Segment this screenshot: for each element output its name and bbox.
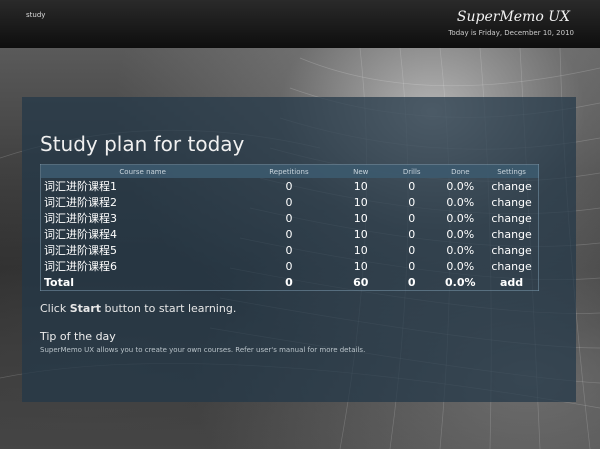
column-header-new: New <box>333 164 388 178</box>
new-count: 10 <box>353 211 368 225</box>
total-drills: 0 <box>407 275 416 289</box>
column-header-settings: Settings <box>485 164 539 178</box>
hint-text-after: button to start learning. <box>101 302 237 315</box>
drills-count: 0 <box>408 211 416 225</box>
table-row[interactable]: 词汇进阶课程1 0 10 0 0.0% change <box>41 178 539 194</box>
course-name[interactable]: 词汇进阶课程6 <box>41 258 245 274</box>
course-name[interactable]: 词汇进阶课程2 <box>41 194 245 210</box>
new-count: 10 <box>353 195 368 209</box>
drills-count: 0 <box>408 227 416 241</box>
drills-count: 0 <box>408 195 416 209</box>
tip-text: SuperMemo UX allows you to create your o… <box>40 346 366 354</box>
repetitions-count: 0 <box>285 227 293 241</box>
hint-text-before: Click <box>40 302 70 315</box>
total-row: Total 0 60 0 0.0% add <box>41 274 539 291</box>
repetitions-count: 0 <box>285 243 293 257</box>
course-name[interactable]: 词汇进阶课程3 <box>41 210 245 226</box>
hint-start-word: Start <box>69 302 102 315</box>
total-done: 0.0% <box>445 275 476 289</box>
drills-count: 0 <box>408 259 416 273</box>
course-name[interactable]: 词汇进阶课程5 <box>41 242 245 258</box>
column-header-course-name: Course name <box>40 164 245 178</box>
change-settings-link[interactable]: change <box>485 242 538 258</box>
change-settings-link[interactable]: change <box>485 194 538 210</box>
table-row[interactable]: 词汇进阶课程2 0 10 0 0.0% change <box>41 194 539 210</box>
change-settings-link[interactable]: change <box>485 210 538 226</box>
change-settings-link[interactable]: change <box>485 178 538 194</box>
add-course-link[interactable]: add <box>485 274 538 291</box>
table-row[interactable]: 词汇进阶课程3 0 10 0 0.0% change <box>41 210 539 226</box>
done-percent: 0.0% <box>446 179 475 193</box>
tip-title: Tip of the day <box>40 330 116 343</box>
course-name[interactable]: 词汇进阶课程1 <box>41 178 245 194</box>
change-settings-link[interactable]: change <box>485 226 538 242</box>
drills-count: 0 <box>408 179 416 193</box>
view-label: study <box>26 11 46 19</box>
new-count: 10 <box>353 243 368 257</box>
total-label: Total <box>44 275 75 289</box>
app-title: SuperMemo UX <box>456 9 570 25</box>
repetitions-count: 0 <box>285 211 293 225</box>
table-row[interactable]: 词汇进阶课程4 0 10 0 0.0% change <box>41 226 539 242</box>
start-hint: Click Start button to start learning. <box>40 302 236 315</box>
table-row[interactable]: 词汇进阶课程5 0 10 0 0.0% change <box>41 242 539 258</box>
change-settings-link[interactable]: change <box>485 258 538 274</box>
table-row[interactable]: 词汇进阶课程6 0 10 0 0.0% change <box>41 258 539 274</box>
new-count: 10 <box>353 227 368 241</box>
table-header-row: Course name Repetitions New Drills Done … <box>40 164 539 178</box>
study-plan-table: Course name Repetitions New Drills Done … <box>40 164 539 291</box>
course-name[interactable]: 词汇进阶课程4 <box>41 226 245 242</box>
new-count: 10 <box>353 179 368 193</box>
top-bar: study SuperMemo UX Today is Friday, Dece… <box>0 0 600 48</box>
column-header-done: Done <box>435 164 486 178</box>
done-percent: 0.0% <box>446 195 475 209</box>
done-percent: 0.0% <box>446 227 475 241</box>
page-title: Study plan for today <box>40 132 245 156</box>
date-text: Today is Friday, December 10, 2010 <box>448 29 574 37</box>
repetitions-count: 0 <box>285 179 293 193</box>
done-percent: 0.0% <box>446 243 475 257</box>
repetitions-count: 0 <box>285 259 293 273</box>
total-repetitions: 0 <box>285 275 293 289</box>
repetitions-count: 0 <box>285 195 293 209</box>
column-header-repetitions: Repetitions <box>244 164 334 178</box>
new-count: 10 <box>353 259 368 273</box>
study-plan-panel: Study plan for today Course name Repetit… <box>22 97 576 402</box>
done-percent: 0.0% <box>446 259 475 273</box>
drills-count: 0 <box>408 243 416 257</box>
total-new: 60 <box>353 275 369 289</box>
done-percent: 0.0% <box>446 211 475 225</box>
column-header-drills: Drills <box>387 164 436 178</box>
